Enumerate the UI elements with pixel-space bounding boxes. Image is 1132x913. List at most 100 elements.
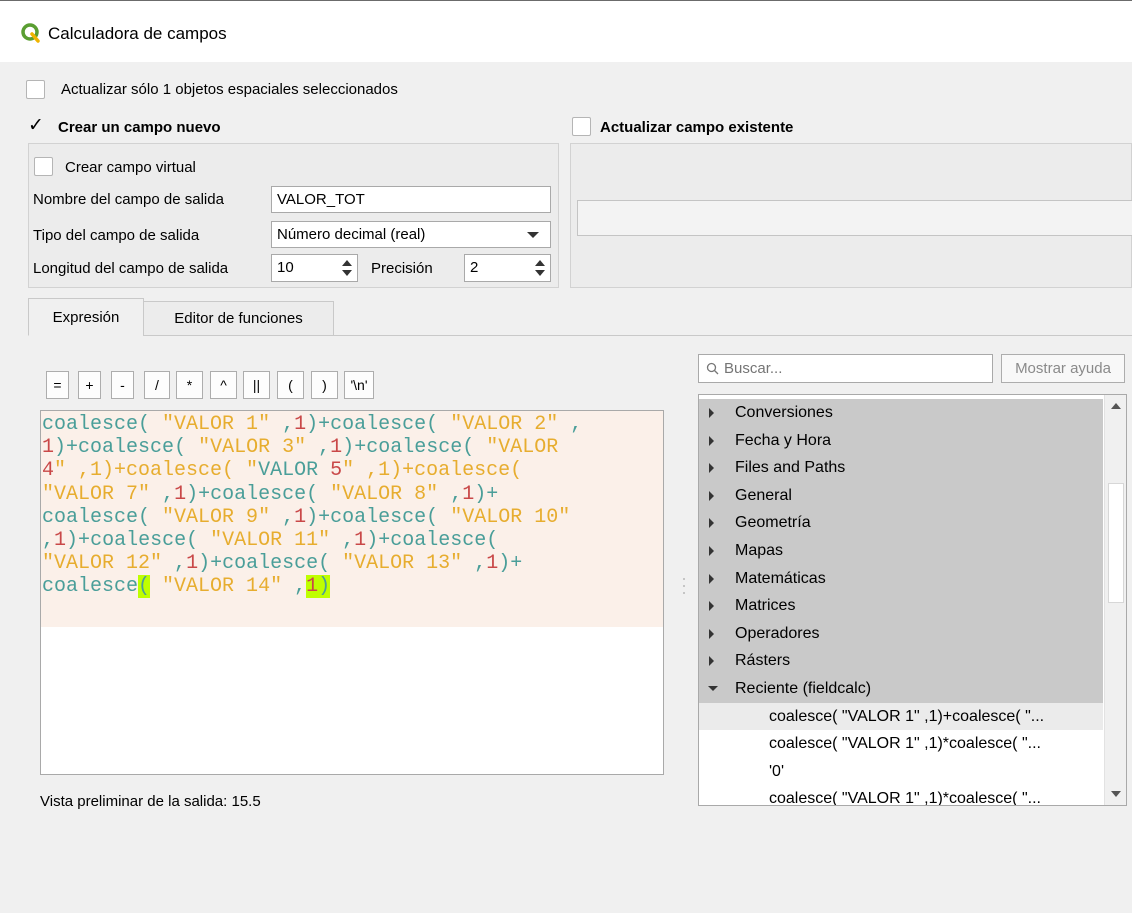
tree-group-label: General — [735, 486, 792, 504]
op-power-button[interactable]: ^ — [210, 371, 237, 399]
precision-value: 2 — [470, 259, 479, 276]
recent-expression-item[interactable]: '0' — [699, 758, 1103, 786]
expression-editor[interactable]: coalesce( "VALOR 1" ,1)+coalesce( "VALOR… — [40, 410, 664, 775]
qgis-logo-icon — [21, 23, 40, 43]
window-title: Calculadora de campos — [48, 24, 227, 43]
expand-arrow-icon[interactable] — [709, 601, 714, 612]
chevron-down-icon — [527, 232, 539, 238]
spin-arrows-icon[interactable] — [340, 258, 354, 278]
update-existing-label[interactable]: Actualizar campo existente — [600, 118, 793, 138]
output-name-field[interactable]: VALOR_TOT — [271, 186, 551, 213]
op-multiply-button[interactable]: * — [176, 371, 203, 399]
expand-arrow-icon[interactable] — [709, 463, 714, 474]
tree-group[interactable]: Rásters — [699, 647, 1103, 675]
expand-arrow-icon[interactable] — [709, 656, 714, 667]
precision-label: Precisión — [371, 260, 433, 277]
op-minus-button[interactable]: - — [111, 371, 134, 399]
tree-group[interactable]: Mapas — [699, 537, 1103, 565]
expression-code[interactable]: coalesce( "VALOR 1" ,1)+coalesce( "VALOR… — [41, 411, 663, 627]
recent-expression-label: '0' — [769, 762, 785, 780]
expression-line: ,1)+coalesce( "VALOR 11" ,1)+coalesce( — [42, 529, 499, 553]
output-preview-label: Vista preliminar de la salida: — [40, 793, 228, 810]
op-newline-button[interactable]: '\n' — [344, 371, 374, 399]
expression-line: coalesce( "VALOR 14" ,1) — [42, 575, 331, 599]
recent-expression-label: coalesce( "VALOR 1" ,1)*coalesce( "... — [769, 790, 1041, 806]
precision-spinbox[interactable]: 2 — [464, 254, 551, 282]
collapse-arrow-icon[interactable] — [708, 686, 718, 691]
existing-field-select[interactable] — [577, 200, 1132, 236]
virtual-field-checkbox[interactable] — [34, 157, 53, 176]
recent-expression-item[interactable]: coalesce( "VALOR 1" ,1)*coalesce( "... — [699, 785, 1103, 806]
tab-expression[interactable]: Expresión — [28, 298, 144, 336]
output-length-spinbox[interactable]: 10 — [271, 254, 358, 282]
tree-group-label: Matemáticas — [735, 569, 826, 587]
output-type-select[interactable]: Número decimal (real) — [271, 221, 551, 248]
tree-group-label: Mapas — [735, 542, 784, 559]
output-type-label: Tipo del campo de salida — [33, 227, 200, 244]
output-length-label: Longitud del campo de salida — [33, 260, 229, 277]
output-type-value: Número decimal (real) — [277, 226, 426, 243]
search-icon — [706, 362, 719, 375]
output-length-value: 10 — [277, 259, 294, 276]
tree-group-expanded[interactable]: Reciente (fieldcalc) — [699, 675, 1103, 703]
tree-group-label: Rásters — [735, 652, 791, 670]
expression-line: 1)+coalesce( "VALOR 3" ,1)+coalesce( "VA… — [42, 436, 559, 460]
tree-group[interactable]: Fecha y Hora — [699, 426, 1103, 455]
output-preview-value: 15.5 — [231, 793, 261, 810]
virtual-field-label[interactable]: Crear campo virtual — [65, 158, 196, 178]
tree-group-label: Reciente (fieldcalc) — [735, 680, 872, 697]
expression-line: coalesce( "VALOR 1" ,1)+coalesce( "VALOR… — [42, 413, 583, 436]
function-tree[interactable]: Conversiones Fecha y Hora Files and Paths G… — [698, 394, 1127, 806]
scrollbar-thumb[interactable] — [1108, 483, 1124, 603]
recent-expression-label: coalesce( "VALOR 1" ,1)+coalesce( "... — [769, 707, 1045, 725]
op-close-paren-button[interactable]: ) — [311, 371, 338, 399]
expand-arrow-icon[interactable] — [709, 573, 714, 584]
search-input[interactable] — [724, 357, 986, 380]
scroll-down-icon[interactable] — [1111, 791, 1121, 797]
tree-group-label: Matrices — [735, 597, 796, 615]
recent-expression-item[interactable]: coalesce( "VALOR 1" ,1)*coalesce( "... — [699, 730, 1103, 758]
expression-line: coalesce( "VALOR 9" ,1)+coalesce( "VALOR… — [42, 505, 571, 529]
tree-group-label: Operadores — [735, 624, 820, 642]
splitter-handle[interactable] — [682, 576, 686, 596]
tree-group[interactable]: Matrices — [699, 592, 1103, 620]
tree-group[interactable]: Geometría — [699, 509, 1103, 537]
tree-group-label: Files and Paths — [735, 459, 846, 477]
update-existing-checkbox[interactable] — [572, 117, 591, 136]
expression-line: 4" ,1)+coalesce( "VALOR 5" ,1)+coalesce( — [42, 459, 523, 483]
update-selected-label[interactable]: Actualizar sólo 1 objetos espaciales sel… — [61, 80, 398, 100]
expression-line: "VALOR 12" ,1)+coalesce( "VALOR 13" ,1)+ — [42, 552, 523, 576]
op-equals-button[interactable]: = — [46, 371, 69, 399]
spin-arrows-icon[interactable] — [533, 258, 547, 278]
expand-arrow-icon[interactable] — [709, 435, 714, 446]
output-name-label: Nombre del campo de salida — [33, 191, 224, 208]
tree-scrollbar[interactable] — [1104, 395, 1126, 805]
tree-group[interactable]: Matemáticas — [699, 564, 1103, 593]
expand-arrow-icon[interactable] — [709, 628, 714, 639]
tree-group[interactable]: Operadores — [699, 619, 1103, 648]
op-divide-button[interactable]: / — [144, 371, 170, 399]
expand-arrow-icon[interactable] — [709, 546, 714, 556]
recent-expression-item[interactable]: coalesce( "VALOR 1" ,1)+coalesce( "... — [699, 702, 1103, 731]
expand-arrow-icon[interactable] — [709, 518, 714, 529]
tree-group[interactable]: General — [699, 481, 1103, 510]
op-concat-button[interactable]: || — [243, 371, 270, 399]
tree-group-label: Fecha y Hora — [735, 431, 832, 449]
recent-expression-label: coalesce( "VALOR 1" ,1)*coalesce( "... — [769, 735, 1041, 753]
op-plus-button[interactable]: + — [78, 371, 101, 399]
expression-line: "VALOR 7" ,1)+coalesce( "VALOR 8" ,1)+ — [42, 482, 499, 506]
expand-arrow-icon[interactable] — [709, 408, 714, 418]
show-help-button[interactable]: Mostrar ayuda — [1001, 354, 1125, 383]
output-preview: Vista preliminar de la salida: 15.5 — [40, 792, 261, 812]
op-open-paren-button[interactable]: ( — [277, 371, 304, 399]
create-new-label[interactable]: Crear un campo nuevo — [58, 118, 221, 138]
scroll-up-icon[interactable] — [1111, 403, 1121, 409]
tree-group[interactable]: Files and Paths — [699, 454, 1103, 482]
tab-function-editor[interactable]: Editor de funciones — [143, 301, 334, 336]
update-selected-checkbox[interactable] — [26, 80, 45, 99]
function-search[interactable] — [698, 354, 993, 383]
tree-group-label: Conversiones — [735, 404, 833, 421]
create-new-checkmark-icon[interactable]: ✓ — [28, 116, 44, 136]
tree-group[interactable]: Conversiones — [699, 399, 1103, 427]
expand-arrow-icon[interactable] — [709, 490, 714, 501]
